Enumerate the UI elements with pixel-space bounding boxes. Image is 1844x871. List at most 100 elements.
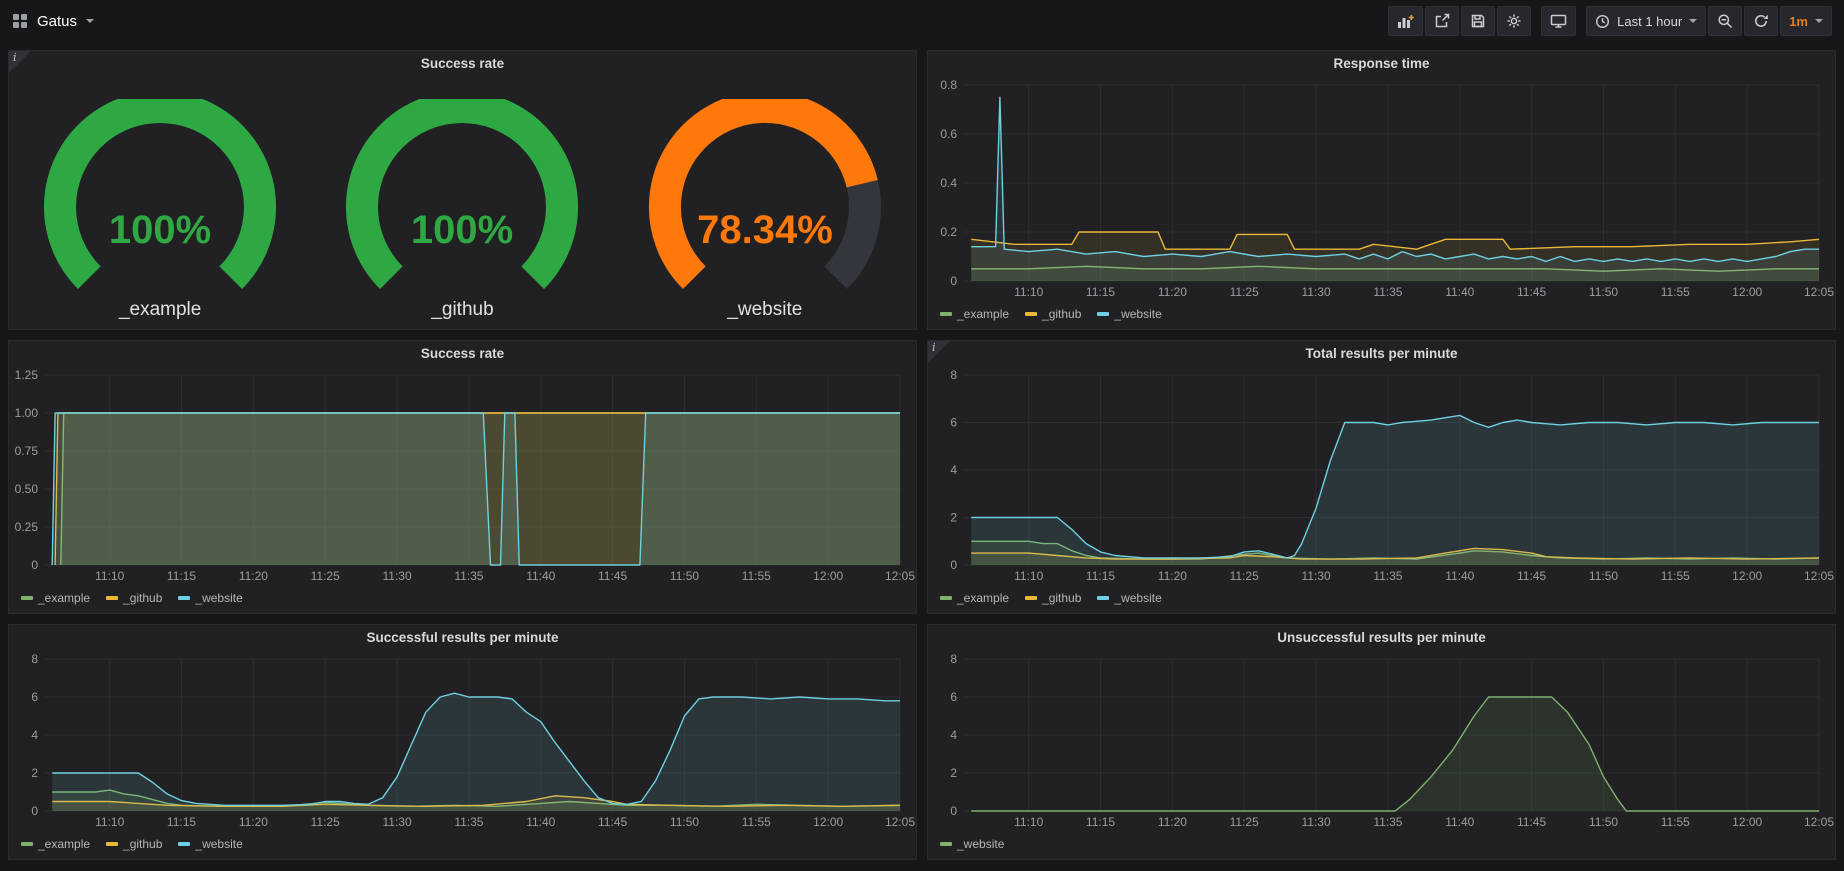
legend-swatch-icon [1025, 596, 1037, 600]
legend-label: _example [957, 591, 1009, 605]
legend-item-_github[interactable]: _github [1025, 591, 1081, 605]
svg-text:0.4: 0.4 [940, 176, 957, 190]
svg-text:11:20: 11:20 [1158, 815, 1187, 829]
refresh-icon [1753, 13, 1769, 29]
refresh-button[interactable] [1744, 6, 1778, 36]
svg-text:11:10: 11:10 [95, 569, 124, 583]
legend-item-_example[interactable]: _example [940, 307, 1009, 321]
legend-label: _github [1042, 591, 1081, 605]
panel-title[interactable]: Success rate [9, 51, 916, 77]
response-time-chart[interactable]: 11:1011:1511:2011:2511:3011:3511:4011:45… [928, 77, 1835, 303]
panel-response-time: Response time 11:1011:1511:2011:2511:301… [927, 50, 1836, 330]
legend-swatch-icon [21, 842, 33, 846]
svg-text:11:15: 11:15 [1086, 285, 1115, 299]
svg-text:0.8: 0.8 [940, 78, 957, 92]
legend-item-_website[interactable]: _website [1097, 307, 1161, 321]
svg-text:8: 8 [31, 652, 38, 666]
svg-text:11:25: 11:25 [1230, 569, 1259, 583]
panel-info-icon[interactable]: i [928, 341, 950, 363]
successful-results-chart[interactable]: 11:1011:1511:2011:2511:3011:3511:4011:45… [9, 651, 916, 833]
legend-item-_github[interactable]: _github [106, 591, 162, 605]
svg-text:0.2: 0.2 [940, 225, 957, 239]
time-range-label: Last 1 hour [1617, 14, 1682, 29]
svg-text:11:45: 11:45 [1517, 569, 1546, 583]
zoom-out-button[interactable] [1708, 6, 1742, 36]
svg-text:6: 6 [950, 690, 957, 704]
legend-item-_example[interactable]: _example [21, 837, 90, 851]
svg-text:11:50: 11:50 [1589, 815, 1618, 829]
svg-text:11:20: 11:20 [239, 815, 268, 829]
unsuccessful-results-chart[interactable]: 11:1011:1511:2011:2511:3011:3511:4011:45… [928, 651, 1835, 833]
svg-text:11:45: 11:45 [598, 815, 627, 829]
svg-text:11:10: 11:10 [1014, 285, 1043, 299]
panel-successful-results: Successful results per minute 11:1011:15… [8, 624, 917, 860]
panel-title[interactable]: Total results per minute [928, 341, 1835, 367]
chevron-down-icon [1815, 19, 1823, 23]
total-results-chart[interactable]: 11:1011:1511:2011:2511:3011:3511:4011:45… [928, 367, 1835, 587]
svg-text:11:50: 11:50 [1589, 285, 1618, 299]
legend-label: _github [123, 591, 162, 605]
legend-label: _example [38, 591, 90, 605]
save-dashboard-button[interactable] [1461, 6, 1495, 36]
svg-text:11:30: 11:30 [1302, 815, 1331, 829]
gauge-arc: 100% [312, 99, 612, 297]
legend-item-_github[interactable]: _github [1025, 307, 1081, 321]
legend-label: _website [957, 837, 1004, 851]
svg-text:12:00: 12:00 [813, 569, 843, 583]
legend-swatch-icon [178, 842, 190, 846]
svg-text:1.25: 1.25 [15, 368, 39, 382]
time-range-picker[interactable]: Last 1 hour [1586, 6, 1706, 36]
svg-text:11:55: 11:55 [742, 569, 771, 583]
dashboard-actions-group [1388, 6, 1531, 36]
svg-text:4: 4 [950, 463, 957, 477]
refresh-interval-picker[interactable]: 1m [1780, 6, 1832, 36]
svg-text:11:45: 11:45 [598, 569, 627, 583]
dashboard-title[interactable]: Gatus [37, 13, 77, 30]
cycle-view-mode-button[interactable] [1541, 6, 1576, 36]
legend-swatch-icon [940, 596, 952, 600]
svg-text:11:25: 11:25 [1230, 815, 1259, 829]
gauge-row: 100%_example100%_github78.34%_website [9, 77, 916, 329]
svg-text:2: 2 [31, 766, 38, 780]
legend-item-_website[interactable]: _website [940, 837, 1004, 851]
svg-text:11:55: 11:55 [1661, 285, 1690, 299]
navbar-left: Gatus [12, 13, 94, 30]
svg-text:78.34%: 78.34% [697, 208, 833, 252]
gauge-_example: 100%_example [10, 99, 310, 321]
legend-item-_website[interactable]: _website [1097, 591, 1161, 605]
dashboard-settings-button[interactable] [1497, 6, 1531, 36]
svg-text:11:30: 11:30 [383, 569, 412, 583]
svg-text:1.00: 1.00 [15, 406, 39, 420]
legend-item-_website[interactable]: _website [178, 591, 242, 605]
svg-text:11:30: 11:30 [383, 815, 412, 829]
legend-item-_example[interactable]: _example [940, 591, 1009, 605]
panel-success-rate-gauges: i Success rate 100%_example100%_github78… [8, 50, 917, 330]
svg-text:11:15: 11:15 [167, 815, 196, 829]
chevron-down-icon[interactable] [86, 19, 94, 23]
svg-text:12:00: 12:00 [813, 815, 843, 829]
panel-title[interactable]: Success rate [9, 341, 916, 367]
svg-text:12:00: 12:00 [1732, 285, 1762, 299]
dashboards-grid-icon[interactable] [12, 13, 28, 29]
svg-text:11:10: 11:10 [1014, 815, 1043, 829]
panel-title[interactable]: Successful results per minute [9, 625, 916, 651]
legend-item-_website[interactable]: _website [178, 837, 242, 851]
svg-text:12:05: 12:05 [1804, 815, 1834, 829]
svg-text:100%: 100% [411, 208, 513, 252]
legend-label: _github [1042, 307, 1081, 321]
legend-item-_github[interactable]: _github [106, 837, 162, 851]
svg-text:2: 2 [950, 511, 957, 525]
panel-title[interactable]: Response time [928, 51, 1835, 77]
svg-text:12:05: 12:05 [885, 569, 915, 583]
success-rate-chart[interactable]: 11:1011:1511:2011:2511:3011:3511:4011:45… [9, 367, 916, 587]
svg-text:11:15: 11:15 [1086, 815, 1115, 829]
chart-legend: _example _github _website [928, 587, 1835, 613]
panel-info-icon[interactable]: i [9, 51, 31, 73]
refresh-interval-label: 1m [1789, 14, 1808, 29]
share-dashboard-button[interactable] [1425, 6, 1459, 36]
panel-total-results: i Total results per minute 11:1011:1511:… [927, 340, 1836, 614]
add-panel-button[interactable] [1388, 6, 1423, 36]
svg-text:11:45: 11:45 [1517, 815, 1546, 829]
panel-title[interactable]: Unsuccessful results per minute [928, 625, 1835, 651]
legend-item-_example[interactable]: _example [21, 591, 90, 605]
